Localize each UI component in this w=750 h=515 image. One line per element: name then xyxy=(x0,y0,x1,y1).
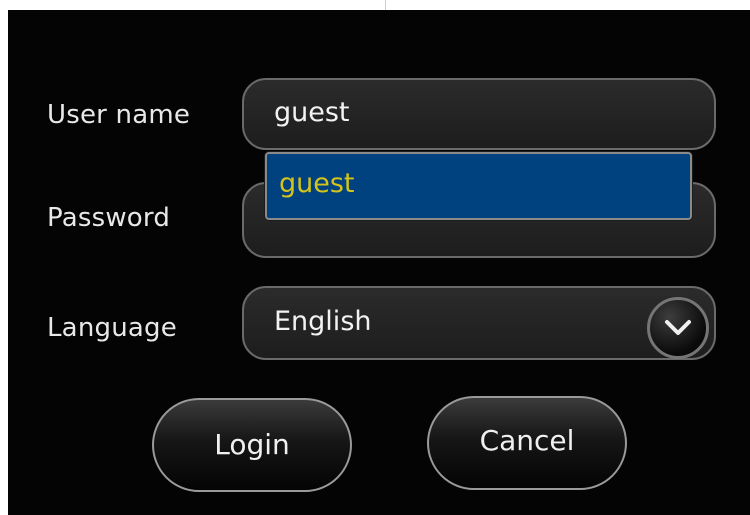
username-autocomplete-list: guest xyxy=(265,152,692,220)
username-field[interactable]: guest xyxy=(242,78,716,150)
login-label: Login xyxy=(214,428,290,461)
login-dialog: User name guest Password Language Englis… xyxy=(8,10,750,515)
autocomplete-item[interactable]: guest xyxy=(279,169,355,199)
language-value: English xyxy=(274,306,372,337)
cancel-label: Cancel xyxy=(479,424,575,457)
window-divider xyxy=(385,0,386,10)
username-label: User name xyxy=(47,100,191,130)
cancel-button[interactable]: Cancel xyxy=(427,396,627,490)
chevron-down-icon xyxy=(665,320,691,335)
language-select[interactable]: English xyxy=(242,286,716,360)
language-dropdown-button[interactable] xyxy=(647,297,709,359)
language-label: Language xyxy=(47,313,177,343)
login-button[interactable]: Login xyxy=(152,398,352,492)
password-label: Password xyxy=(47,203,171,233)
username-value: guest xyxy=(274,97,350,128)
